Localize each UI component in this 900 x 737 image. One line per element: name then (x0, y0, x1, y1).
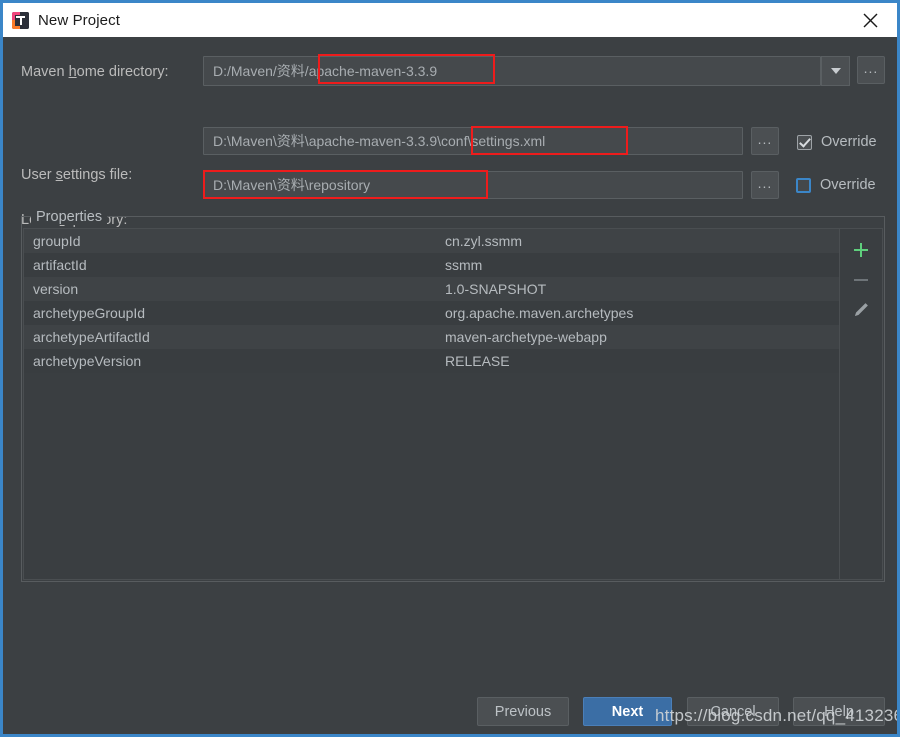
property-name: archetypeArtifactId (33, 329, 150, 345)
property-value: 1.0-SNAPSHOT (445, 281, 547, 297)
next-button-label: Next (611, 703, 644, 720)
maven-home-directory-input[interactable]: D:/Maven/资料/apache-maven-3.3.9 (203, 56, 821, 86)
label-part-before: Maven (21, 64, 69, 80)
property-value: ssmm (445, 257, 483, 273)
property-name: groupId (33, 233, 81, 249)
properties-table[interactable]: groupId cn.zyl.ssmm artifactId ssmm vers… (24, 229, 839, 579)
property-name: artifactId (33, 257, 87, 273)
edit-property-button[interactable] (846, 295, 876, 325)
table-row[interactable]: version 1.0-SNAPSHOT (24, 277, 839, 301)
local-repository-browse-button[interactable]: ... (751, 171, 779, 199)
maven-home-directory-value: D:/Maven/资料/apache-maven-3.3.9 (213, 63, 438, 79)
label-mnemonic: h (68, 64, 77, 80)
user-settings-browse-button[interactable]: ... (751, 127, 779, 155)
user-settings-override-checkbox[interactable] (797, 134, 812, 150)
table-row[interactable]: archetypeVersion RELEASE (24, 349, 839, 373)
local-repository-value: D:\Maven\资料\repository (213, 177, 371, 193)
user-settings-file-input[interactable]: D:\Maven\资料\apache-maven-3.3.9\conf\sett… (203, 127, 743, 155)
label-mnemonic: s (55, 167, 63, 183)
dialog-content: Maven home directory: D:/Maven/资料/apache… (3, 37, 897, 734)
label-part-after: ome directory: (76, 64, 169, 80)
user-settings-override-row[interactable]: Override (797, 134, 877, 150)
new-project-dialog: New Project Maven home directory: D:/Mav… (0, 0, 900, 737)
add-property-button[interactable] (846, 235, 876, 265)
table-row[interactable]: artifactId ssmm (24, 253, 839, 277)
close-icon[interactable] (851, 3, 889, 37)
watermark-text: https://blog.csdn.net/qq_41323619 (655, 706, 900, 725)
properties-toolbar (839, 229, 882, 579)
user-settings-file-label: User settings file: (21, 167, 132, 183)
label-part-after: ettings file: (62, 167, 133, 183)
plus-icon (854, 243, 868, 257)
property-value: RELEASE (445, 353, 510, 369)
previous-button[interactable]: Previous (477, 697, 569, 726)
chevron-down-icon[interactable] (821, 56, 850, 86)
local-repository-override-row[interactable]: Override (796, 177, 876, 193)
property-name: archetypeGroupId (33, 305, 146, 321)
property-value: cn.zyl.ssmm (445, 233, 522, 249)
minus-icon (854, 279, 868, 281)
property-value: maven-archetype-webapp (445, 329, 607, 345)
local-repository-override-checkbox[interactable] (796, 177, 811, 193)
table-row[interactable]: groupId cn.zyl.ssmm (24, 229, 839, 253)
title-bar: New Project (3, 3, 897, 37)
user-settings-file-value: D:\Maven\资料\apache-maven-3.3.9\conf\sett… (213, 133, 546, 149)
remove-property-button[interactable] (846, 265, 876, 295)
property-value: org.apache.maven.archetypes (445, 305, 634, 321)
property-name: archetypeVersion (33, 353, 142, 369)
maven-home-directory-label: Maven home directory: (21, 64, 169, 80)
local-repository-override-label: Override (820, 177, 876, 193)
user-settings-override-label: Override (821, 134, 877, 150)
local-repository-input[interactable]: D:\Maven\资料\repository (203, 171, 743, 199)
maven-home-browse-button[interactable]: ... (857, 56, 885, 84)
pencil-icon (855, 303, 868, 316)
label-part-before: User (21, 167, 56, 183)
window-title: New Project (38, 11, 120, 29)
table-row[interactable]: archetypeArtifactId maven-archetype-weba… (24, 325, 839, 349)
property-name: version (33, 281, 79, 297)
properties-panel: groupId cn.zyl.ssmm artifactId ssmm vers… (23, 228, 883, 580)
intellij-idea-icon (12, 11, 29, 29)
properties-empty-area[interactable] (24, 373, 839, 579)
table-row[interactable]: archetypeGroupId org.apache.maven.archet… (24, 301, 839, 325)
properties-legend: Properties (31, 209, 108, 225)
